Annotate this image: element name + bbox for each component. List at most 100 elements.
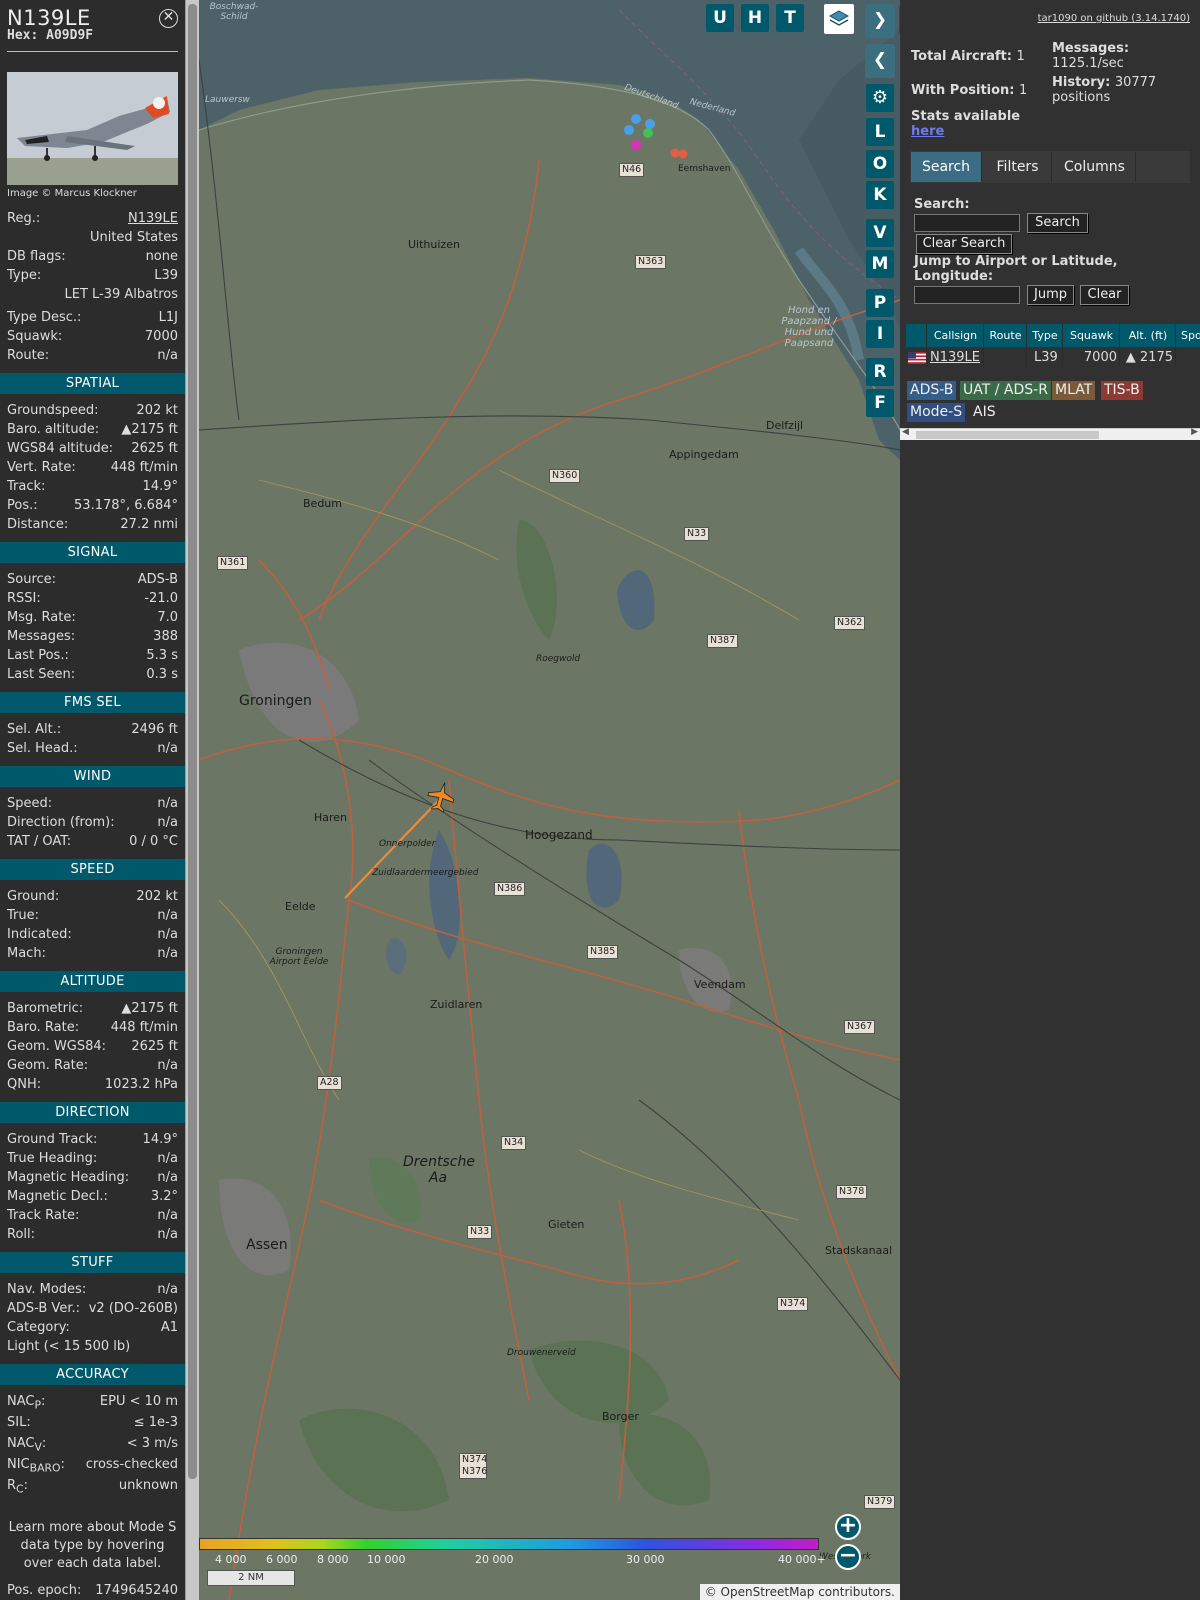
map-button-p[interactable]: P [866,289,894,317]
zoom-out-button[interactable]: − [835,1544,861,1570]
section-header-direction: DIRECTION [0,1102,185,1123]
history-stat: History: 30777 positions [1052,75,1192,105]
collapse-left-button[interactable]: ❮ [865,44,895,78]
clear-search-button[interactable]: Clear Search [916,234,1012,254]
with-position-label: With Position: [911,83,1015,98]
close-details-button[interactable]: ✕ [159,9,178,28]
detail-label: TAT / OAT: [7,834,72,849]
table-horizontal-scrollbar[interactable]: ◀ ▶ [900,427,1200,440]
aircraft-photo-image [7,72,178,185]
detail-label: Last Seen: [7,667,76,682]
map-button-i[interactable]: I [866,320,894,348]
clear-jump-button[interactable]: Clear [1080,285,1129,305]
section-header-wind: WIND [0,766,185,787]
detail-label: Magnetic Heading: [7,1170,130,1185]
stats-available: Stats available here [911,109,1020,139]
detail-value: 388 [153,629,178,644]
field-row-type: Type: L39 [0,266,185,285]
col-callsign[interactable]: Callsign [928,324,984,347]
col-route[interactable]: Route [985,324,1027,347]
aircraft-fields: Reg.: N139LE United States DB flags: none Typ… [0,209,185,365]
detail-row-nacv: NACV: < 3 m/s [0,1434,185,1455]
detail-row-nicbaro: NICBARO: cross-checked [0,1455,185,1476]
panel-tabs: Search Filters Columns [910,151,1190,183]
tab-columns[interactable]: Columns [1054,152,1136,182]
map-label-boschwad: Boschwad-Schild [209,2,259,22]
table-scrollbar-thumb[interactable] [916,431,1099,439]
details-scrollbar[interactable] [185,0,199,1600]
detail-row-messages: Messages: 388 [0,627,185,646]
aircraft-table-header: Callsign Route Type Squawk Alt. (ft) Spd [906,324,1200,347]
alt-scale-40000: 40 000+ [778,1553,826,1566]
detail-sections: SPATIAL Groundspeed: 202 kt Baro. altitude:… [0,373,185,1497]
col-type[interactable]: Type [1028,324,1063,347]
settings-button[interactable]: ⚙ [866,84,894,112]
detail-row-geom-wgs84: Geom. WGS84: 2625 ft [0,1037,185,1056]
detail-row-ground: Ground: 202 kt [0,887,185,906]
stats-here-link[interactable]: here [911,124,944,139]
road-label-n362: N362 [834,616,866,630]
detail-label: Baro. Rate: [7,1020,80,1035]
github-link[interactable]: tar1090 on github (3.14.1740) [1038,13,1190,24]
tab-filters[interactable]: Filters [984,152,1052,182]
table-row[interactable]: N139LE L39 7000 ▲ 2175 [906,348,1200,367]
row-altitude: ▲ 2175 [1121,348,1176,367]
zoom-in-button[interactable]: + [835,1514,861,1540]
map-button-k[interactable]: K [866,181,894,209]
field-value[interactable]: N139LE [128,209,178,228]
map-button-f[interactable]: F [866,389,894,417]
alt-scale-4000: 4 000 [215,1553,247,1566]
field-value: L39 [154,268,178,283]
map-button-v[interactable]: V [866,219,894,247]
detail-row-baro-altitude: Baro. altitude: ▲2175 ft [0,420,185,439]
detail-value: 448 ft/min [110,1020,178,1035]
col-speed[interactable]: Spd [1177,324,1200,347]
row-callsign[interactable]: N139LE [930,350,980,365]
aircraft-photo[interactable] [7,72,178,185]
road-label-n46: N46 [619,163,645,177]
detail-row-direction-from: Direction (from): n/a [0,813,185,832]
col-flag[interactable] [906,324,927,347]
map-label-eemshaven: Eemshaven [678,164,731,174]
detail-value: < 3 m/s [126,1436,178,1451]
layers-button[interactable] [824,4,854,34]
search-button[interactable]: Search [1027,213,1088,233]
total-aircraft-stat: Total Aircraft: 1 [911,49,1025,64]
map-button-u[interactable]: U [706,4,734,32]
map-button-t[interactable]: T [776,4,804,32]
col-squawk[interactable]: Squawk [1064,324,1120,347]
details-scrollbar-thumb[interactable] [188,4,197,1479]
map-button-h[interactable]: H [741,4,769,32]
detail-value: n/a [157,1227,178,1242]
detail-label: Track: [7,479,46,494]
source-ads-b: ADS-B [907,381,957,400]
field-value: LET L-39 Albatros [64,287,178,302]
us-flag-icon [906,348,927,367]
section-header-fms-sel: FMS SEL [0,692,185,713]
field-label: Type: [7,268,42,283]
tab-search[interactable]: Search [911,152,982,182]
col-altitude[interactable]: Alt. (ft) [1121,324,1176,347]
expand-right-button[interactable]: ❯ [865,4,895,38]
jump-button[interactable]: Jump [1027,285,1074,305]
map-label-veendam: Veendam [694,978,746,991]
map-button-m[interactable]: M [866,250,894,278]
jump-input[interactable] [914,286,1020,304]
map-view[interactable]: Groningen Hoogezand Assen Veendam Borger… [199,0,900,1600]
detail-value: 2625 ft [131,1039,178,1054]
map-label-borger: Borger [602,1410,639,1423]
source-uat-ads-r: UAT / ADS-R [960,381,1051,400]
detail-row-tat-oat: TAT / OAT: 0 / 0 °C [0,832,185,851]
map-attribution[interactable]: © OpenStreetMap contributors. [699,1584,900,1600]
search-input[interactable] [914,214,1020,232]
map-button-o[interactable]: O [866,150,894,178]
map-button-r[interactable]: R [866,358,894,386]
detail-value: 2625 ft [131,441,178,456]
source-mode-s: Mode-S [907,403,966,422]
field-label: Reg.: [7,211,41,226]
map-label-onnerpolder: Onnerpolder [379,839,436,849]
scroll-left-icon[interactable]: ◀ [902,427,909,437]
detail-value: n/a [157,1208,178,1223]
scroll-right-icon[interactable]: ▶ [1191,427,1198,437]
map-button-l[interactable]: L [866,118,894,146]
